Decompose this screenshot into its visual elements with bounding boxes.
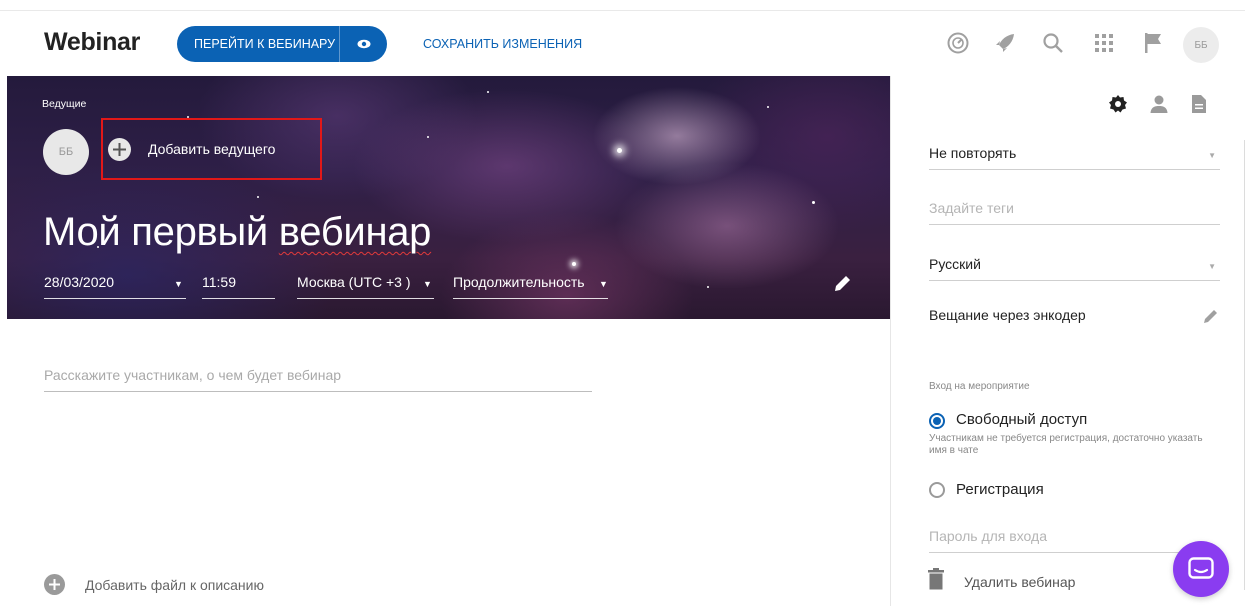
password-input[interactable]: Пароль для входа xyxy=(929,528,1220,553)
chat-support-button[interactable] xyxy=(1173,541,1229,597)
add-file-button[interactable]: Добавить файл к описанию xyxy=(44,574,264,595)
flag-icon[interactable] xyxy=(1141,31,1165,55)
rocket-icon[interactable] xyxy=(993,31,1017,55)
chevron-down-icon: ▼ xyxy=(599,279,608,289)
edit-cover-icon[interactable] xyxy=(833,273,853,298)
language-value: Русский xyxy=(929,256,981,272)
duration-select[interactable]: Продолжительность xyxy=(453,274,608,299)
person-icon[interactable] xyxy=(1148,93,1170,115)
dashboard-icon[interactable] xyxy=(946,31,970,55)
edit-encoder-icon[interactable] xyxy=(1203,307,1220,329)
star xyxy=(617,148,622,153)
user-avatar[interactable]: ББ xyxy=(1183,27,1219,63)
chevron-down-icon: ▼ xyxy=(174,279,183,289)
free-access-label: Свободный доступ xyxy=(956,411,1088,428)
timezone-select[interactable]: Москва (UTC +3 ) xyxy=(297,274,434,299)
add-host-label: Добавить ведущего xyxy=(148,141,276,157)
registration-radio[interactable] xyxy=(929,482,945,498)
webinar-title-word: вебинар xyxy=(278,210,432,254)
description-input[interactable]: Расскажите участникам, о чем будет вебин… xyxy=(44,367,592,392)
delete-webinar-button[interactable]: Удалить вебинар xyxy=(928,568,1075,595)
chevron-down-icon: ▼ xyxy=(1208,262,1216,271)
star xyxy=(257,196,259,198)
document-icon[interactable] xyxy=(1188,93,1210,115)
app-logo[interactable]: Webinar xyxy=(44,28,140,57)
go-to-webinar-button[interactable]: ПЕРЕЙТИ К ВЕБИНАРУ xyxy=(177,26,387,62)
star xyxy=(487,91,489,93)
webinar-title[interactable]: Мой первый вебинар xyxy=(43,210,431,255)
delete-webinar-label: Удалить вебинар xyxy=(964,573,1076,590)
top-header: Webinar ПЕРЕЙТИ К ВЕБИНАРУ СОХРАНИТЬ ИЗМ… xyxy=(0,11,1245,75)
save-changes-button[interactable]: СОХРАНИТЬ ИЗМЕНЕНИЯ xyxy=(423,37,582,51)
webinar-cover-banner: Ведущие ББ Добавить ведущего Мой первый … xyxy=(7,76,890,319)
star xyxy=(427,136,429,138)
free-access-radio[interactable] xyxy=(929,413,945,429)
webinar-title-start: Мой первый xyxy=(43,210,279,254)
repeat-value: Не повторять xyxy=(929,145,1017,161)
chevron-down-icon: ▼ xyxy=(423,279,432,289)
chevron-down-icon: ▼ xyxy=(1208,151,1216,160)
time-field[interactable]: 11:59 xyxy=(202,274,275,299)
language-select[interactable]: Русский ▼ xyxy=(929,256,1220,281)
add-host-button[interactable]: Добавить ведущего xyxy=(101,118,322,180)
settings-panel: Не повторять ▼ Задайте теги Русский ▼ Ве… xyxy=(890,76,1245,606)
add-file-label: Добавить файл к описанию xyxy=(85,576,264,593)
go-to-webinar-label: ПЕРЕЙТИ К ВЕБИНАРУ xyxy=(194,37,336,51)
trash-icon xyxy=(928,568,944,595)
star xyxy=(812,201,815,204)
date-field[interactable]: 28/03/2020 xyxy=(44,274,186,299)
plus-icon xyxy=(44,574,65,595)
repeat-select[interactable]: Не повторять ▼ xyxy=(929,145,1220,170)
free-access-hint: Участникам не требуется регистрация, дос… xyxy=(929,433,1203,456)
star xyxy=(767,106,769,108)
star xyxy=(707,286,709,288)
host-avatar[interactable]: ББ xyxy=(43,129,89,175)
plus-icon xyxy=(108,137,131,161)
eye-icon[interactable] xyxy=(339,26,387,62)
chat-icon xyxy=(1188,557,1214,579)
star xyxy=(572,262,576,266)
encoder-label: Вещание через энкодер xyxy=(929,307,1086,323)
tags-input[interactable]: Задайте теги xyxy=(929,200,1220,225)
settings-icon[interactable] xyxy=(1107,93,1129,115)
registration-label: Регистрация xyxy=(956,481,1044,498)
apps-grid-icon[interactable] xyxy=(1092,31,1116,55)
search-icon[interactable] xyxy=(1041,31,1065,55)
hosts-label: Ведущие xyxy=(42,98,87,110)
access-section-label: Вход на мероприятие xyxy=(929,381,1030,392)
